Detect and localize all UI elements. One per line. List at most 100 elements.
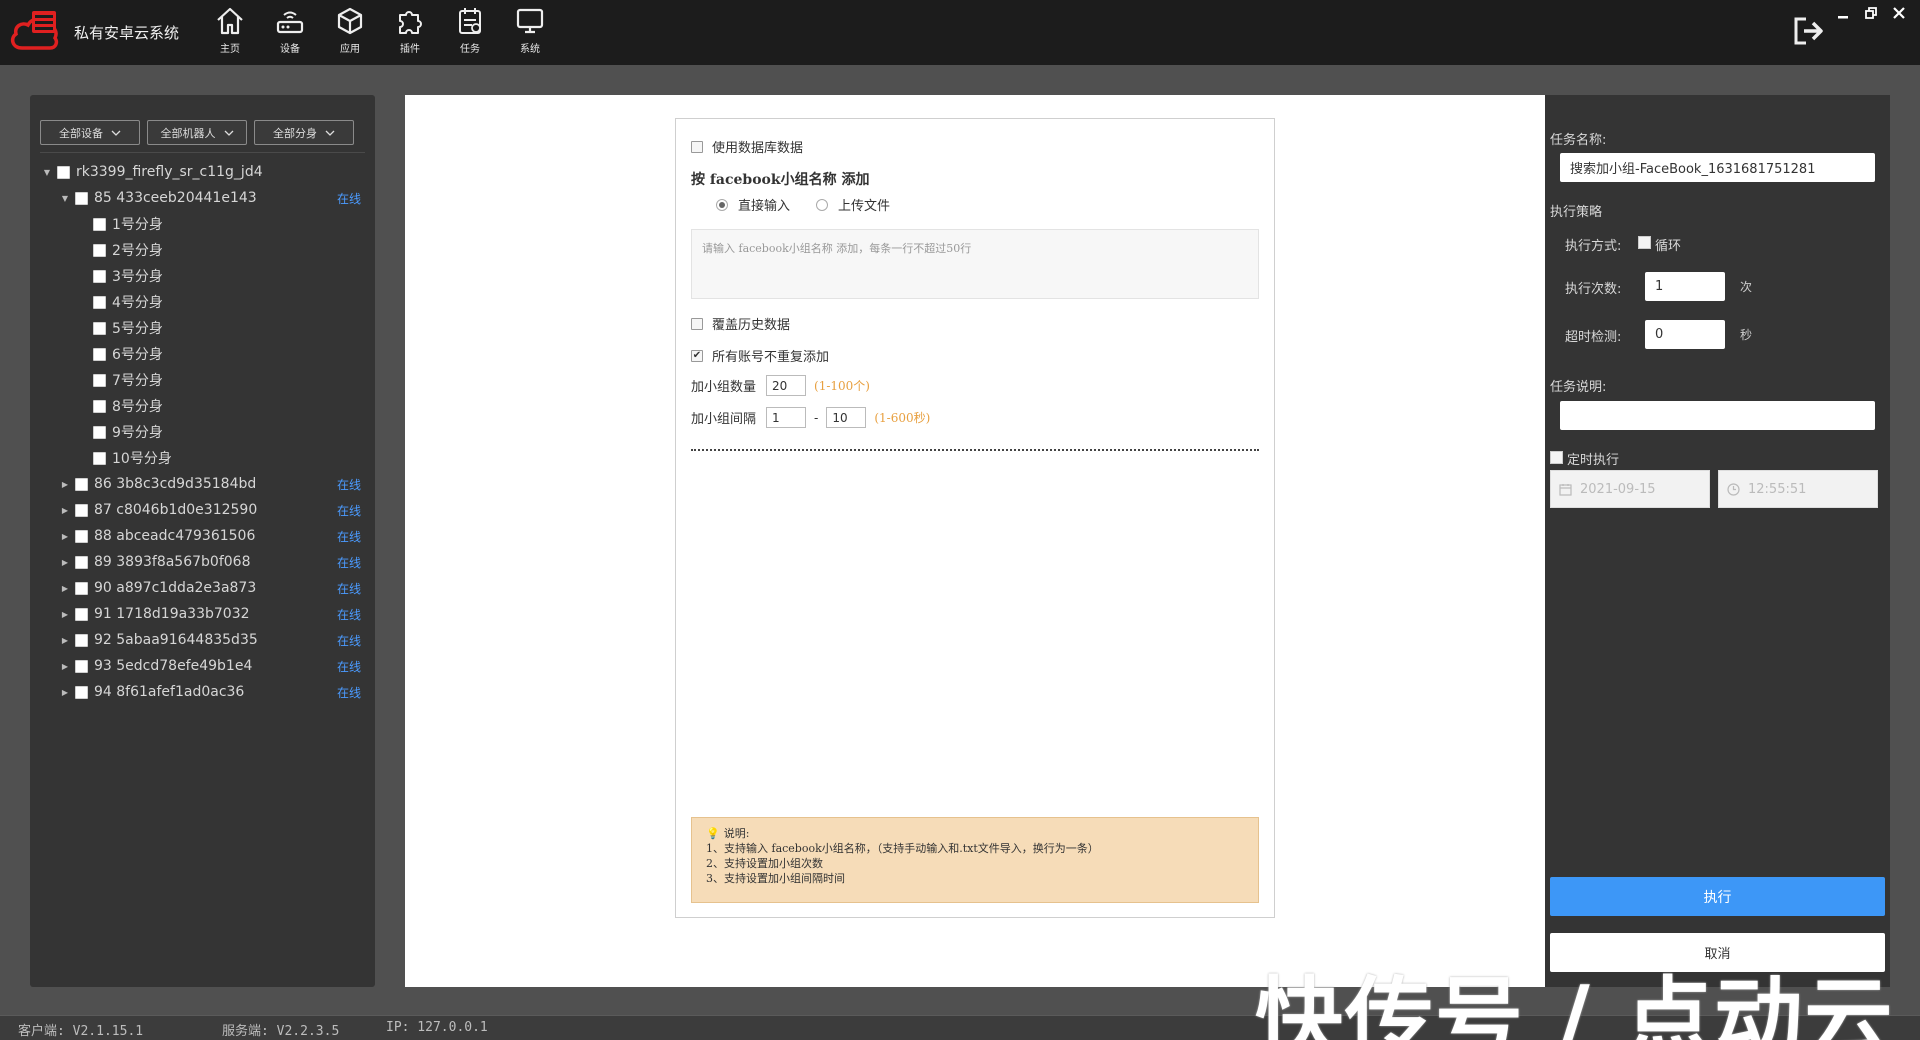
tree-device[interactable]: ▶ 90 a897c1dda2e3a873 在线 — [30, 575, 375, 601]
tree-clone[interactable]: 7号分身 — [30, 367, 375, 393]
tree-checkbox[interactable] — [75, 581, 88, 595]
collapse-triangle-icon[interactable]: ▶ — [60, 532, 70, 541]
filter-robots-dropdown[interactable]: 全部机器人 — [147, 120, 247, 145]
collapse-triangle-icon[interactable]: ▶ — [60, 636, 70, 645]
tree-clone[interactable]: 5号分身 — [30, 315, 375, 341]
tree-checkbox[interactable] — [93, 295, 106, 309]
tree-checkbox[interactable] — [93, 217, 106, 231]
tree-clone[interactable]: 10号分身 — [30, 445, 375, 471]
nav-tasks[interactable]: 任务 — [440, 5, 500, 61]
count-label: 加小组数量 — [691, 380, 757, 395]
tree-checkbox[interactable] — [75, 555, 88, 569]
collapse-triangle-icon[interactable]: ▶ — [60, 688, 70, 697]
radio-upload[interactable] — [816, 198, 829, 211]
scheduled-checkbox[interactable] — [1550, 451, 1563, 464]
expand-triangle-icon[interactable]: ▼ — [42, 168, 52, 177]
status-badge: 在线 — [337, 555, 362, 570]
tree-device[interactable]: ▶ 94 8f61afef1ad0ac36 在线 — [30, 679, 375, 705]
tree-checkbox[interactable] — [75, 191, 88, 205]
clock-icon — [1727, 482, 1740, 496]
tree-clone-label: 10号分身 — [112, 451, 172, 467]
nav-apps[interactable]: 应用 — [320, 5, 380, 61]
tree-checkbox[interactable] — [93, 425, 106, 439]
tree-device[interactable]: ▼ 85 433ceeb20441e143 在线 — [30, 185, 375, 211]
tree-clone[interactable]: 9号分身 — [30, 419, 375, 445]
date-picker[interactable]: 2021-09-15 — [1550, 470, 1710, 508]
close-icon[interactable] — [1890, 4, 1908, 22]
use-db-checkbox[interactable] — [691, 140, 703, 153]
group-names-textarea[interactable]: 请输入 facebook小组名称 添加，每条一行不超过50行 — [691, 229, 1259, 299]
task-name-input[interactable]: 搜索加小组-FaceBook_1631681751281 — [1560, 153, 1875, 182]
times-input[interactable]: 1 — [1645, 272, 1725, 301]
tree-clone[interactable]: 6号分身 — [30, 341, 375, 367]
tree-checkbox[interactable] — [93, 269, 106, 283]
tree-checkbox[interactable] — [75, 503, 88, 517]
tree-device[interactable]: ▶ 89 3893f8a567b0f068 在线 — [30, 549, 375, 575]
nav-plugins[interactable]: 插件 — [380, 5, 440, 61]
filter-devices-dropdown[interactable]: 全部设备 — [40, 120, 140, 145]
overwrite-row[interactable]: 覆盖历史数据 — [691, 314, 790, 333]
tree-device[interactable]: ▶ 86 3b8c3cd9d35184bd 在线 — [30, 471, 375, 497]
loop-checkbox[interactable] — [1638, 236, 1651, 249]
tree-clone[interactable]: 4号分身 — [30, 289, 375, 315]
tree-checkbox[interactable] — [75, 685, 88, 699]
collapse-triangle-icon[interactable]: ▶ — [60, 558, 70, 567]
tree-checkbox[interactable] — [75, 529, 88, 543]
restore-icon[interactable] — [1862, 4, 1880, 22]
nav-home[interactable]: 主页 — [200, 5, 260, 61]
interval-max-input[interactable]: 10 — [826, 407, 867, 428]
minimize-icon[interactable] — [1834, 4, 1852, 22]
no-dup-row[interactable]: ✔ 所有账号不重复添加 — [691, 346, 829, 365]
timeout-input[interactable]: 0 — [1645, 320, 1725, 349]
filter-robots-label: 全部机器人 — [160, 126, 216, 140]
tree-device[interactable]: ▶ 91 1718d19a33b7032 在线 — [30, 601, 375, 627]
tree-clone[interactable]: 8号分身 — [30, 393, 375, 419]
collapse-triangle-icon[interactable]: ▶ — [60, 584, 70, 593]
tree-checkbox[interactable] — [75, 477, 88, 491]
status-badge: 在线 — [337, 529, 362, 544]
time-picker[interactable]: 12:55:51 — [1718, 470, 1878, 508]
tree-checkbox[interactable] — [93, 243, 106, 257]
tree-clone[interactable]: 1号分身 — [30, 211, 375, 237]
lightbulb-icon: 💡 — [706, 827, 720, 840]
tree-checkbox[interactable] — [75, 659, 88, 673]
tree-checkbox[interactable] — [57, 165, 70, 179]
overwrite-checkbox[interactable] — [691, 317, 703, 330]
desc-input[interactable] — [1560, 401, 1875, 430]
tree-device[interactable]: ▶ 88 abceadc479361506 在线 — [30, 523, 375, 549]
tree-root[interactable]: ▼ rk3399_firefly_sr_c11g_jd4 — [30, 159, 375, 185]
tree-checkbox[interactable] — [75, 607, 88, 621]
use-db-row[interactable]: 使用数据库数据 — [691, 137, 803, 156]
collapse-triangle-icon[interactable]: ▶ — [60, 662, 70, 671]
count-input[interactable]: 20 — [766, 375, 807, 396]
interval-min-input[interactable]: 1 — [766, 407, 807, 428]
cloud-server-logo-icon — [10, 11, 59, 50]
nav-devices[interactable]: 设备 — [260, 5, 320, 61]
collapse-triangle-icon[interactable]: ▶ — [60, 610, 70, 619]
tree-checkbox[interactable] — [93, 347, 106, 361]
collapse-triangle-icon[interactable]: ▶ — [60, 480, 70, 489]
nav-home-label: 主页 — [220, 44, 240, 55]
interval-hint: (1-600秒) — [874, 411, 931, 425]
expand-triangle-icon[interactable]: ▼ — [60, 194, 70, 203]
tree-clone[interactable]: 2号分身 — [30, 237, 375, 263]
tree-device[interactable]: ▶ 87 c8046b1d0e312590 在线 — [30, 497, 375, 523]
collapse-triangle-icon[interactable]: ▶ — [60, 506, 70, 515]
use-db-label: 使用数据库数据 — [712, 141, 804, 156]
tree-clone[interactable]: 3号分身 — [30, 263, 375, 289]
run-button[interactable]: 执行 — [1550, 877, 1885, 916]
tree-checkbox[interactable] — [93, 373, 106, 387]
desc-label: 任务说明: — [1550, 380, 1607, 395]
nav-system[interactable]: 系统 — [500, 5, 560, 61]
tree-checkbox[interactable] — [93, 451, 106, 465]
filter-clones-dropdown[interactable]: 全部分身 — [254, 120, 354, 145]
tree-checkbox[interactable] — [93, 321, 106, 335]
no-dup-checkbox[interactable]: ✔ — [691, 349, 703, 362]
tree-checkbox[interactable] — [93, 399, 106, 413]
tree-checkbox[interactable] — [75, 633, 88, 647]
nav-plugins-label: 插件 — [400, 44, 420, 55]
tree-device[interactable]: ▶ 93 5edcd78efe49b1e4 在线 — [30, 653, 375, 679]
logout-icon[interactable] — [1792, 16, 1826, 46]
radio-direct[interactable] — [716, 198, 728, 211]
tree-device[interactable]: ▶ 92 5abaa91644835d35 在线 — [30, 627, 375, 653]
